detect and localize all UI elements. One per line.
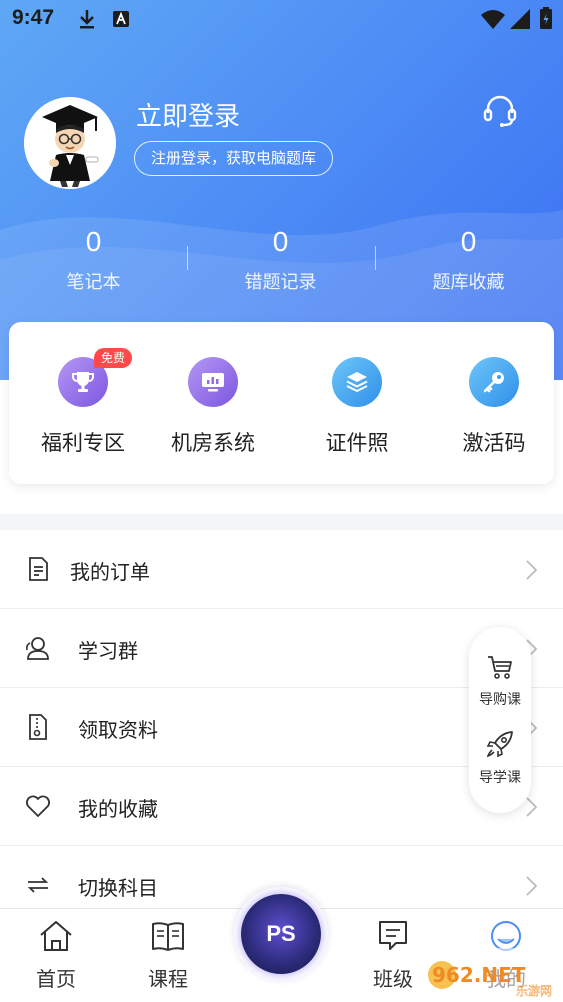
cart-icon — [488, 656, 512, 679]
ps-label: PS — [266, 921, 296, 946]
heart-icon — [26, 795, 50, 817]
float-label: 导购课 — [479, 692, 521, 708]
stat-wrong-questions[interactable]: 0 错题记录 — [187, 222, 374, 294]
stat-label: 题库收藏 — [432, 272, 505, 293]
nav-home[interactable]: 首页 — [16, 919, 96, 992]
menu-label: 我的收藏 — [78, 797, 158, 821]
menu-label: 切换科目 — [78, 876, 158, 900]
free-badge: 免费 — [94, 348, 133, 368]
feature-label: 机房系统 — [171, 431, 255, 455]
menu-label: 领取资料 — [78, 718, 158, 742]
nav-class[interactable]: 班级 — [353, 919, 433, 992]
menu-item-my-orders[interactable]: 我的订单 — [0, 530, 563, 609]
feature-activation-code[interactable]: 激活码 — [426, 357, 562, 457]
rocket-icon — [486, 731, 513, 758]
feature-id-photo[interactable]: 证件照 — [289, 357, 425, 457]
nav-label: 首页 — [36, 967, 76, 991]
signal-icon — [510, 9, 530, 29]
layers-icon — [332, 357, 382, 407]
section-divider — [0, 514, 563, 530]
stat-label: 笔记本 — [66, 272, 121, 293]
chevron-right-icon — [526, 876, 538, 896]
guide-purchase-course-button[interactable]: 导购课 — [469, 653, 531, 709]
stat-notebook[interactable]: 0 笔记本 — [0, 222, 187, 294]
home-icon — [40, 921, 72, 951]
watermark-logo: 962.NET 乐游网 — [424, 948, 559, 998]
ps-app-icon: PS — [241, 894, 321, 974]
download-icon — [80, 10, 94, 29]
divider — [187, 246, 188, 270]
floating-guide-panel: 导购课 导学课 — [469, 627, 531, 813]
switch-icon — [27, 877, 49, 893]
register-login-button[interactable]: 注册登录，获取电脑题库 — [134, 141, 334, 176]
watermark-text: 962.NET — [432, 963, 526, 987]
feature-label: 福利专区 — [41, 431, 125, 455]
status-bar: 9:47 — [0, 0, 563, 38]
feature-card: 福利专区 免费 机房系统 证件照 激活码 — [9, 322, 554, 484]
menu-label: 学习群 — [78, 639, 138, 663]
feature-welfare-zone[interactable]: 福利专区 — [15, 357, 151, 457]
key-icon — [469, 357, 519, 407]
divider — [375, 246, 376, 270]
monitor-icon — [188, 357, 238, 407]
document-icon — [29, 557, 48, 581]
center-ps-button[interactable]: PS — [234, 887, 328, 981]
stat-value: 0 — [460, 226, 477, 257]
float-label: 导学课 — [479, 770, 521, 786]
feature-label: 激活码 — [462, 431, 526, 455]
nav-label: 班级 — [373, 967, 413, 991]
book-icon — [152, 922, 184, 951]
stat-value: 0 — [85, 226, 102, 257]
nav-courses[interactable]: 课程 — [128, 919, 208, 992]
login-title[interactable]: 立即登录 — [136, 96, 240, 133]
avatar[interactable] — [24, 97, 116, 189]
group-icon — [26, 637, 49, 660]
feature-label: 证件照 — [325, 431, 389, 455]
watermark-subtext: 乐游网 — [516, 984, 552, 998]
nav-label: 课程 — [148, 967, 188, 991]
status-time: 9:47 — [12, 6, 55, 29]
feature-lab-system[interactable]: 机房系统 — [145, 357, 281, 457]
guide-study-course-button[interactable]: 导学课 — [469, 729, 531, 787]
stats-row: 0 笔记本 0 错题记录 0 题库收藏 — [0, 222, 563, 302]
stat-value: 0 — [272, 226, 289, 257]
battery-icon — [540, 7, 552, 29]
chevron-right-icon — [526, 560, 538, 580]
app-notification-icon — [113, 11, 129, 27]
zip-file-icon — [29, 714, 47, 740]
menu-label: 我的订单 — [70, 560, 150, 584]
wifi-icon — [481, 10, 505, 29]
stat-question-favorites[interactable]: 0 题库收藏 — [375, 222, 562, 294]
graduate-avatar-icon — [24, 97, 116, 189]
stat-label: 错题记录 — [244, 272, 317, 293]
headset-icon[interactable] — [482, 93, 518, 129]
message-icon — [379, 921, 407, 950]
